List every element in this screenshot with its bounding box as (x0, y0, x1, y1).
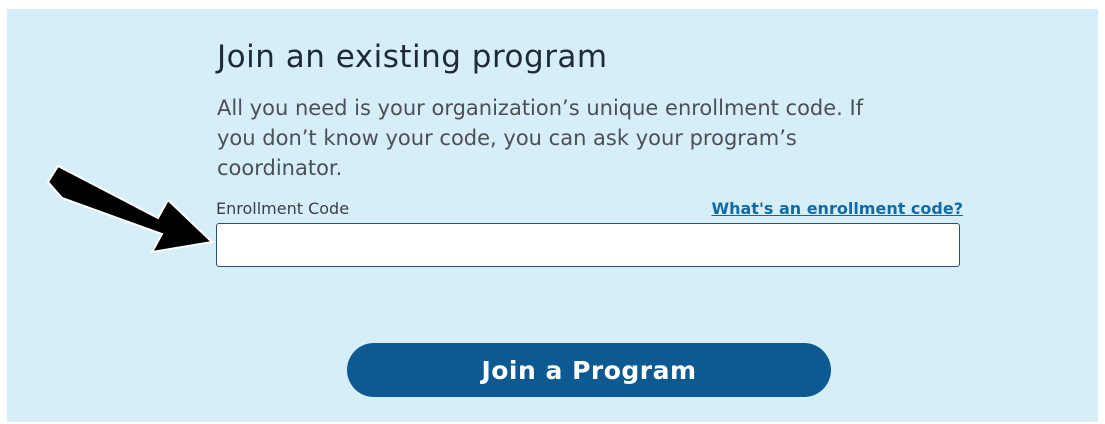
annotation-arrow-icon (46, 164, 215, 254)
enrollment-code-label: Enrollment Code (216, 199, 350, 218)
page-title: Join an existing program (217, 39, 608, 75)
description-text: All you need is your organization’s uniq… (217, 96, 864, 180)
enrollment-code-help-link[interactable]: What's an enrollment code? (711, 199, 963, 218)
join-program-button[interactable]: Join a Program (347, 343, 831, 397)
enrollment-code-input[interactable] (216, 223, 960, 267)
